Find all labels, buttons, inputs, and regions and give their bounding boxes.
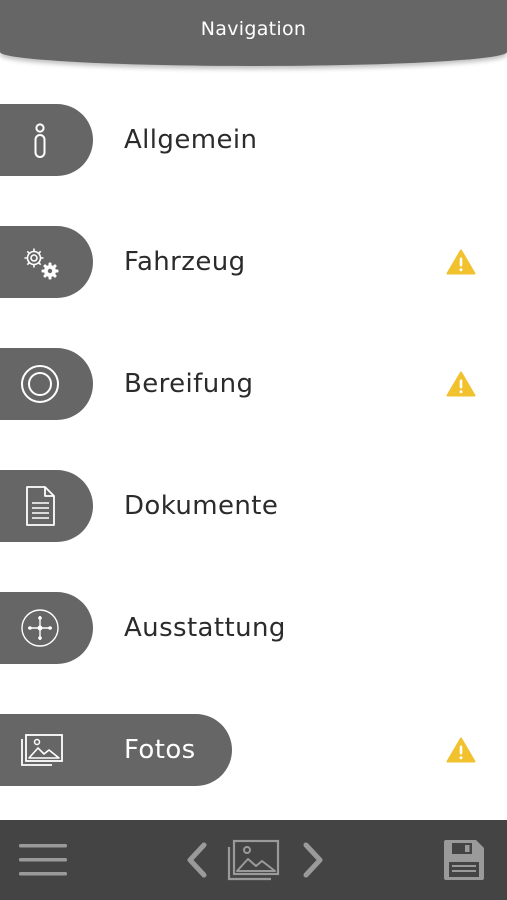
bottom-toolbar — [0, 820, 507, 900]
warning-icon — [446, 371, 476, 397]
nav-item-label: Allgemein — [124, 125, 258, 155]
nav-item-pill — [0, 104, 93, 176]
nav-item-pill — [0, 714, 232, 786]
nav-item-dokumente[interactable]: Dokumente — [0, 470, 507, 542]
nav-item-bereifung[interactable]: Bereifung — [0, 348, 507, 420]
gears-icon — [15, 237, 65, 287]
next-button[interactable] — [296, 840, 330, 880]
nav-item-pill — [0, 226, 93, 298]
nav-item-label: Fotos — [124, 735, 196, 765]
tire-icon — [15, 359, 65, 409]
nav-item-allgemein[interactable]: Allgemein — [0, 104, 507, 176]
warning-icon — [446, 737, 476, 763]
nav-item-pill — [0, 592, 93, 664]
page-title: Navigation — [200, 18, 307, 40]
nav-item-label: Fahrzeug — [124, 247, 246, 277]
nav-item-label: Bereifung — [124, 369, 254, 399]
menu-button[interactable] — [16, 838, 70, 882]
document-icon — [15, 481, 65, 531]
nav-item-label: Dokumente — [124, 491, 279, 521]
save-button[interactable] — [440, 836, 488, 884]
save-icon — [444, 840, 484, 880]
nav-item-pill — [0, 348, 93, 420]
nav-item-fotos[interactable]: Fotos — [0, 714, 507, 786]
photos-icon — [15, 725, 65, 775]
nav-item-fahrzeug[interactable]: Fahrzeug — [0, 226, 507, 298]
chevron-left-icon — [187, 842, 207, 878]
info-icon — [15, 115, 65, 165]
gallery-button[interactable] — [226, 836, 282, 884]
menu-icon — [19, 844, 67, 876]
nav-item-label: Ausstattung — [124, 613, 286, 643]
warning-icon — [446, 249, 476, 275]
equipment-icon — [15, 603, 65, 653]
navigation-header: Navigation — [0, 0, 507, 66]
nav-item-ausstattung[interactable]: Ausstattung — [0, 592, 507, 664]
chevron-right-icon — [303, 842, 323, 878]
gallery-icon — [227, 839, 280, 881]
nav-item-pill — [0, 470, 93, 542]
previous-button[interactable] — [180, 840, 214, 880]
